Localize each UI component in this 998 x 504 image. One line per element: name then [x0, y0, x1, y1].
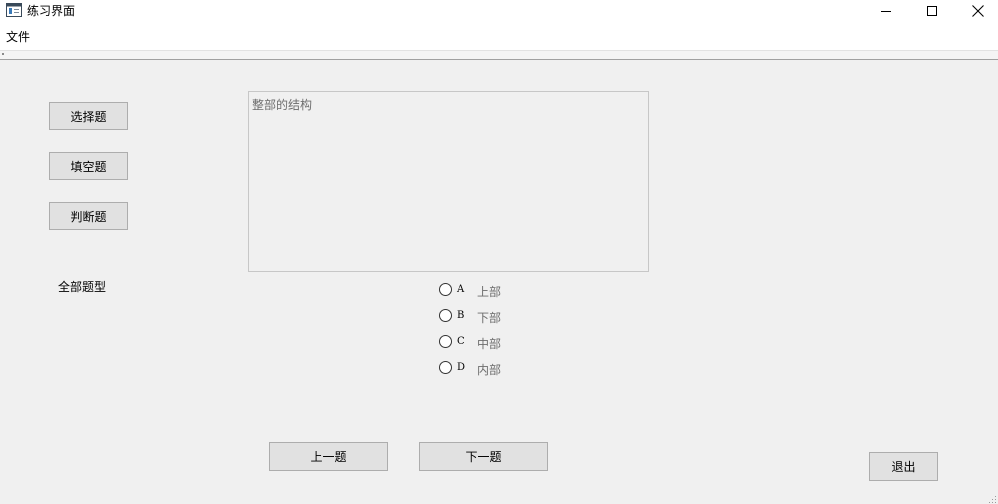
option-c-text: 中部	[477, 337, 502, 351]
option-c-letter: C	[457, 336, 465, 347]
minimize-button[interactable]	[863, 0, 909, 22]
option-d[interactable]: D 内部	[438, 360, 558, 380]
resize-grip-icon[interactable]	[987, 493, 997, 503]
option-a-letter: A	[457, 284, 465, 295]
option-a-text: 上部	[477, 285, 502, 299]
option-b-letter: B	[457, 310, 465, 321]
option-c[interactable]: C 中部	[438, 334, 558, 354]
option-b-text: 下部	[477, 311, 502, 325]
radio-a[interactable]	[439, 283, 452, 296]
all-types-label: 全部题型	[58, 280, 107, 294]
question-text-area[interactable]: 整部的结构	[248, 91, 649, 272]
radio-c[interactable]	[439, 335, 452, 348]
question-text: 整部的结构	[252, 98, 313, 112]
maximize-button[interactable]	[909, 0, 955, 22]
true-false-button[interactable]: 判断题	[49, 202, 128, 230]
toolbar-grip[interactable]	[2, 53, 4, 55]
multiple-choice-button[interactable]: 选择题	[49, 102, 128, 130]
close-button[interactable]	[955, 0, 998, 22]
maximize-icon	[927, 6, 937, 16]
menu-bar: 文件	[0, 22, 998, 50]
option-a[interactable]: A 上部	[438, 282, 558, 302]
toolbar-strip	[0, 50, 998, 60]
previous-question-button[interactable]: 上一题	[269, 442, 388, 471]
window-title: 练习界面	[27, 4, 76, 18]
option-d-text: 内部	[477, 363, 502, 377]
radio-b[interactable]	[439, 309, 452, 322]
close-icon	[972, 5, 984, 17]
fill-blank-button[interactable]: 填空题	[49, 152, 128, 180]
minimize-icon	[881, 11, 891, 12]
option-b[interactable]: B 下部	[438, 308, 558, 328]
radio-d[interactable]	[439, 361, 452, 374]
option-d-letter: D	[457, 362, 466, 373]
app-window-icon	[6, 3, 22, 17]
title-bar: 练习界面	[0, 0, 998, 22]
next-question-button[interactable]: 下一题	[419, 442, 548, 471]
menu-file[interactable]: 文件	[6, 29, 30, 45]
exit-button[interactable]: 退出	[869, 452, 938, 481]
